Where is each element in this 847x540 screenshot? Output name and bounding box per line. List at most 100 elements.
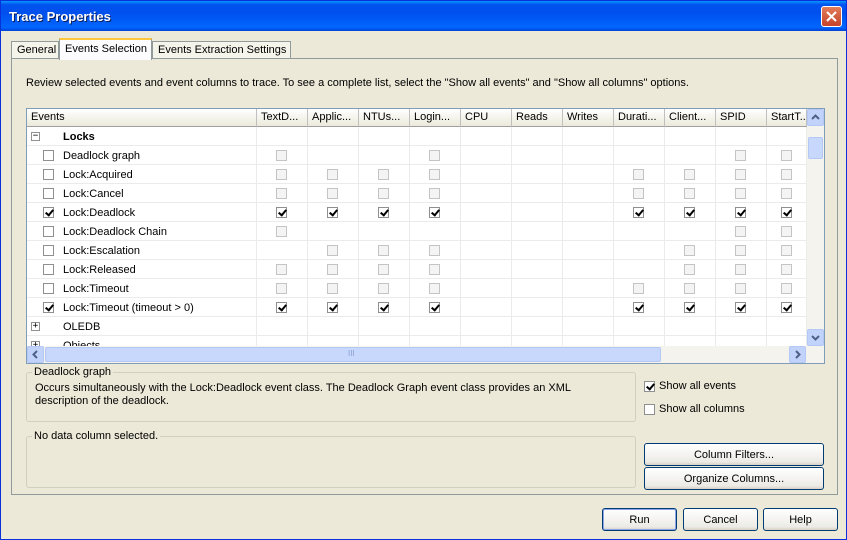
column-checkbox[interactable] [684,302,695,313]
column-checkbox[interactable] [684,207,695,218]
event-row[interactable]: Lock:Timeout (timeout > 0) [27,298,807,317]
column-header[interactable]: TextD... [257,109,308,127]
column-checkbox[interactable] [684,283,695,294]
event-row[interactable]: Lock:Timeout [27,279,807,298]
column-checkbox[interactable] [378,207,389,218]
column-header[interactable]: StartT... [767,109,807,127]
column-header[interactable]: Reads [512,109,563,127]
column-checkbox[interactable] [327,169,338,180]
column-checkbox[interactable] [276,226,287,237]
show-all-columns-option[interactable]: Show all columns [644,403,745,415]
column-checkbox[interactable] [633,283,644,294]
title-bar[interactable]: Trace Properties [1,1,846,31]
show-all-events-option[interactable]: Show all events [644,380,736,392]
scroll-left-button[interactable] [27,346,44,363]
column-checkbox[interactable] [781,226,792,237]
column-checkbox[interactable] [781,302,792,313]
column-checkbox[interactable] [633,169,644,180]
column-checkbox[interactable] [276,302,287,313]
column-header[interactable]: Login... [410,109,461,127]
column-checkbox[interactable] [276,169,287,180]
event-checkbox[interactable] [43,264,54,275]
tab-general[interactable]: General [11,41,59,59]
event-checkbox[interactable] [43,283,54,294]
event-row[interactable]: Lock:Deadlock Chain [27,222,807,241]
column-checkbox[interactable] [781,188,792,199]
horizontal-scrollbar[interactable]: III [27,346,824,363]
column-checkbox[interactable] [429,207,440,218]
column-checkbox[interactable] [633,188,644,199]
event-row[interactable]: Lock:Acquired [27,165,807,184]
column-checkbox[interactable] [735,188,746,199]
column-filters-button[interactable]: Column Filters... [644,443,824,466]
column-header[interactable]: Writes [563,109,614,127]
event-row[interactable]: Lock:Escalation [27,241,807,260]
tab-events-selection[interactable]: Events Selection [59,38,152,60]
column-checkbox[interactable] [429,245,440,256]
column-checkbox[interactable] [429,169,440,180]
column-checkbox[interactable] [327,302,338,313]
column-checkbox[interactable] [735,302,746,313]
organize-columns-button[interactable]: Organize Columns... [644,467,824,490]
column-checkbox[interactable] [276,264,287,275]
show-all-columns-checkbox[interactable] [644,403,655,415]
event-row[interactable]: Lock:Released [27,260,807,279]
column-header[interactable]: Events [27,109,257,127]
column-checkbox[interactable] [429,283,440,294]
horizontal-scroll-thumb[interactable]: III [45,347,661,362]
column-checkbox[interactable] [735,264,746,275]
column-checkbox[interactable] [327,245,338,256]
event-checkbox[interactable] [43,226,54,237]
column-checkbox[interactable] [327,188,338,199]
column-checkbox[interactable] [378,264,389,275]
scroll-right-button[interactable] [789,346,806,363]
show-all-events-checkbox[interactable] [644,380,655,392]
collapse-icon[interactable]: − [31,132,40,141]
close-button[interactable] [821,6,842,27]
event-checkbox[interactable] [43,169,54,180]
scroll-down-button[interactable] [807,329,824,346]
column-checkbox[interactable] [378,245,389,256]
column-checkbox[interactable] [633,207,644,218]
column-header[interactable]: Durati... [614,109,665,127]
column-header[interactable]: Client... [665,109,716,127]
column-checkbox[interactable] [684,169,695,180]
vertical-scroll-thumb[interactable] [808,137,823,159]
vertical-scrollbar[interactable] [807,109,824,346]
column-checkbox[interactable] [276,188,287,199]
column-checkbox[interactable] [378,169,389,180]
run-button[interactable]: Run [602,508,677,531]
event-checkbox[interactable] [43,302,54,313]
help-button[interactable]: Help [763,508,838,531]
column-checkbox[interactable] [781,169,792,180]
column-checkbox[interactable] [735,150,746,161]
column-checkbox[interactable] [735,207,746,218]
column-header[interactable]: CPU [461,109,512,127]
column-checkbox[interactable] [633,302,644,313]
column-checkbox[interactable] [684,188,695,199]
column-header[interactable]: Applic... [308,109,359,127]
column-checkbox[interactable] [276,207,287,218]
event-checkbox[interactable] [43,188,54,199]
expand-icon[interactable]: + [31,322,40,331]
column-checkbox[interactable] [735,226,746,237]
event-checkbox[interactable] [43,207,54,218]
column-checkbox[interactable] [327,283,338,294]
column-checkbox[interactable] [781,264,792,275]
column-checkbox[interactable] [781,150,792,161]
column-checkbox[interactable] [735,169,746,180]
column-checkbox[interactable] [684,245,695,256]
column-checkbox[interactable] [378,188,389,199]
scroll-up-button[interactable] [807,109,824,126]
event-checkbox[interactable] [43,150,54,161]
column-checkbox[interactable] [735,245,746,256]
column-checkbox[interactable] [429,188,440,199]
column-checkbox[interactable] [781,245,792,256]
tab-events-extraction-settings[interactable]: Events Extraction Settings [152,41,291,59]
category-row[interactable]: − Locks [27,127,807,146]
column-header[interactable]: NTUs... [359,109,410,127]
column-checkbox[interactable] [327,264,338,275]
column-checkbox[interactable] [276,283,287,294]
column-checkbox[interactable] [684,264,695,275]
column-checkbox[interactable] [378,302,389,313]
